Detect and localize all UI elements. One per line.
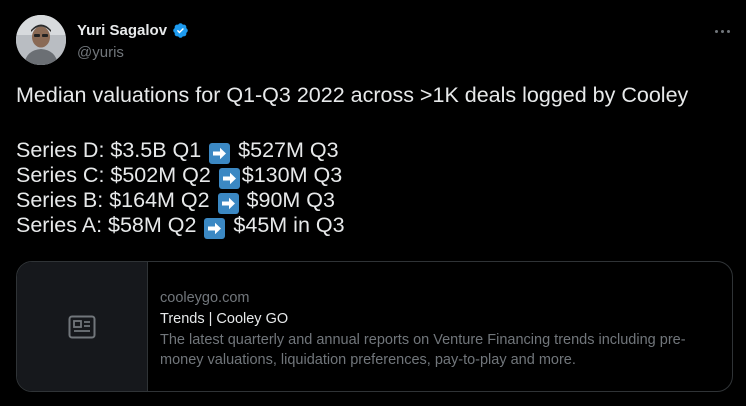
author-name-row: Yuri Sagalov bbox=[77, 22, 189, 39]
tweet-line-series-d: Series D: $3.5B Q1 $527M Q3 bbox=[16, 138, 736, 164]
card-title[interactable]: Trends | Cooley GO bbox=[160, 309, 720, 329]
card-media bbox=[17, 262, 148, 391]
article-icon bbox=[68, 315, 96, 338]
link-preview-card[interactable]: cooleygo.com Trends | Cooley GO The late… bbox=[16, 261, 733, 392]
tweet-intro: Median valuations for Q1-Q3 2022 across … bbox=[16, 83, 689, 107]
right-arrow-emoji-icon bbox=[217, 193, 239, 214]
tweet-line-text: Series A: $58M Q2 bbox=[16, 213, 203, 237]
card-domain: cooleygo.com bbox=[160, 290, 250, 306]
author-handle[interactable]: @yuris bbox=[77, 44, 124, 61]
tweet-line-text: Series C: $502M Q2 bbox=[16, 163, 217, 187]
right-arrow-emoji-icon bbox=[218, 168, 240, 189]
tweet-line-text: Series B: $164M Q2 bbox=[16, 188, 216, 212]
right-arrow-emoji-icon bbox=[204, 218, 226, 239]
more-options-icon[interactable] bbox=[712, 22, 732, 40]
tweet-text: Median valuations for Q1-Q3 2022 across … bbox=[16, 83, 736, 239]
right-arrow-emoji-icon bbox=[209, 143, 231, 164]
tweet-line-series-c: Series C: $502M Q2 $130M Q3 bbox=[16, 163, 736, 189]
tweet-line-text: $130M Q3 bbox=[241, 163, 343, 187]
tweet-line-text: $45M in Q3 bbox=[227, 213, 345, 237]
display-name[interactable]: Yuri Sagalov bbox=[77, 22, 167, 39]
tweet-line-series-b: Series B: $164M Q2 $90M Q3 bbox=[16, 188, 736, 214]
tweet: Yuri Sagalov @yuris Median valuations fo… bbox=[0, 0, 746, 406]
avatar[interactable] bbox=[16, 15, 66, 65]
card-text: cooleygo.com Trends | Cooley GO The late… bbox=[148, 262, 732, 391]
card-description: The latest quarterly and annual reports … bbox=[160, 332, 686, 368]
tweet-line-text: $527M Q3 bbox=[232, 138, 339, 162]
tweet-line-text: $90M Q3 bbox=[240, 188, 335, 212]
tweet-line-text: Series D: $3.5B Q1 bbox=[16, 138, 208, 162]
verified-badge-icon bbox=[173, 23, 188, 38]
tweet-line-series-a: Series A: $58M Q2 $45M in Q3 bbox=[16, 213, 736, 239]
